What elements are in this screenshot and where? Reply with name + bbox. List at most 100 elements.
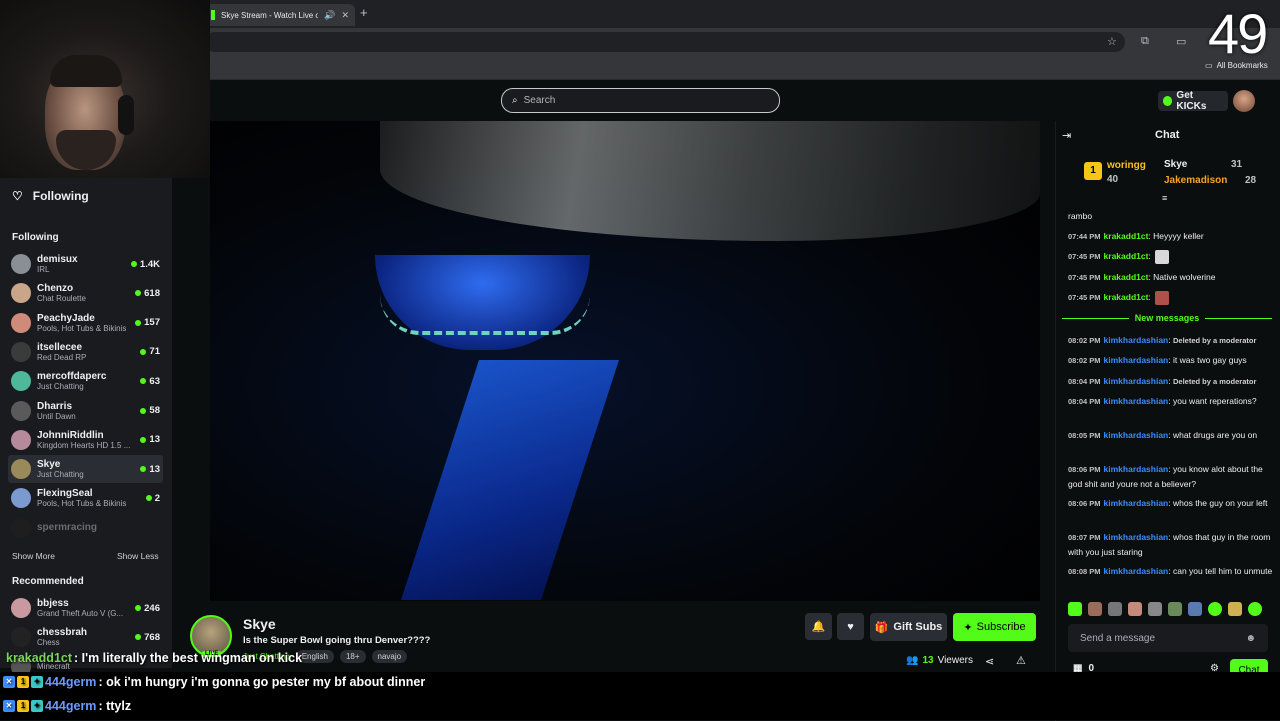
sub-badge-icon: ✦ [31, 676, 43, 688]
channel-text: demisux IRL [37, 254, 131, 274]
browser-tab[interactable]: Skye Stream - Watch Live o 🔊 ✕ [205, 4, 355, 26]
channel-viewer-count: 2 [145, 493, 160, 504]
user-avatar[interactable] [1233, 90, 1255, 112]
chat-message: 08:04 PM kimkhardashian: Deleted by a mod… [1068, 374, 1273, 389]
extensions-icon[interactable]: ⧉ [1141, 35, 1149, 48]
sidebar-channel[interactable]: PeachyJade Pools, Hot Tubs & Bikinis 157 [8, 309, 163, 337]
new-messages-divider[interactable]: New messages [1062, 311, 1273, 325]
url-field[interactable] [205, 32, 1125, 52]
subscribe-button[interactable]: ✦ Subscribe [953, 613, 1036, 641]
channel-text: Dharris Until Dawn [37, 401, 140, 421]
chat-username[interactable]: krakadd1ct [1104, 231, 1149, 241]
chat-username[interactable]: kimkhardashian [1104, 464, 1169, 474]
overlay-message: : ok i'm hungry i'm gonna go pester my b… [98, 675, 426, 689]
emote-icon[interactable] [1228, 602, 1242, 616]
sidebar-channel[interactable]: FlexingSeal Pools, Hot Tubs & Bikinis 2 [8, 484, 163, 512]
chat-username[interactable]: kimkhardashian [1104, 396, 1169, 406]
emote-icon[interactable] [1128, 602, 1142, 616]
chat-username[interactable]: kimkhardashian [1104, 532, 1169, 542]
notifications-button[interactable]: 🔔 [805, 613, 832, 640]
live-dot-icon [140, 378, 147, 385]
tag-age[interactable]: 18+ [339, 650, 366, 663]
report-icon[interactable]: ⚠ [1016, 654, 1026, 667]
overlay-chat-line: ✕ 1 ✦ 444germ : ttylz [3, 699, 131, 713]
collapse-chat-icon[interactable]: ⇥ [1062, 129, 1071, 142]
chat-username[interactable]: kimkhardashian [1104, 376, 1169, 386]
channel-viewer-count: 618 [135, 288, 160, 299]
star-icon[interactable]: ☆ [1107, 35, 1117, 48]
deleted-notice: Deleted by a moderator [1173, 336, 1257, 345]
sidebar-channel[interactable]: Chenzo Chat Roulette 618 [8, 279, 163, 307]
emoji-icon[interactable]: ☻ [1245, 633, 1256, 644]
channel-viewers: 768 [144, 631, 160, 643]
search-input[interactable] [523, 95, 744, 106]
channel-text: itsellecee Red Dead RP [37, 342, 140, 362]
verified-badge-icon: ✕ [3, 700, 15, 712]
chat-input-box[interactable]: ☻ [1068, 624, 1268, 652]
show-more-link[interactable]: Show More [12, 551, 55, 561]
chat-username[interactable]: kimkhardashian [1104, 430, 1169, 440]
emote-icon[interactable] [1088, 602, 1102, 616]
channel-avatar [11, 459, 31, 480]
streamer-name[interactable]: Skye [243, 616, 276, 632]
cast-icon[interactable]: ▭ [1176, 35, 1186, 48]
emote-icon[interactable] [1108, 602, 1122, 616]
overlay-username: krakadd1ct [6, 651, 73, 665]
sidebar-channel[interactable]: bbjess Grand Theft Auto V (G... 246 [8, 594, 163, 622]
sidebar-channel[interactable]: spermracing [8, 514, 163, 542]
channel-avatar [11, 312, 31, 333]
gift-subs-button[interactable]: 🎁 Gift Subs [870, 613, 947, 641]
channel-viewer-count: 13 [140, 434, 160, 445]
gift-leaderboard[interactable]: 1 woringg 40 Skye 31 Jakemadison 28 [1062, 154, 1272, 194]
rank-one-badge: 1 [1084, 162, 1102, 180]
show-less-link[interactable]: Show Less [117, 551, 159, 561]
channel-viewers: 71 [149, 346, 160, 358]
tag-custom[interactable]: navajo [371, 650, 408, 663]
emote-icon[interactable] [1208, 602, 1222, 616]
close-tab-icon[interactable]: ✕ [341, 10, 349, 21]
channel-viewer-count: 246 [135, 603, 160, 614]
speaker-icon[interactable]: 🔊 [324, 10, 335, 21]
chat-message: 08:06 PM kimkhardashian: whos the guy on … [1068, 496, 1273, 511]
sidebar-channel[interactable]: JohnniRiddlin Kingdom Hearts HD 1.5 ... 13 [8, 426, 163, 454]
chat-username[interactable]: krakadd1ct [1104, 251, 1149, 261]
sidebar-channel[interactable]: Skye Just Chatting 13 [8, 455, 163, 484]
emote-icon[interactable] [1168, 602, 1182, 616]
emote-kick-icon[interactable] [1068, 602, 1082, 616]
share-icon[interactable]: ⋖ [985, 655, 994, 668]
leaderboard-second-name: Skye [1164, 159, 1188, 170]
chat-text: rambo [1068, 211, 1093, 221]
chat-timestamp: 08:07 PM [1068, 533, 1101, 542]
live-dot-icon [145, 495, 152, 502]
channel-name: itsellecee [37, 341, 83, 353]
expand-leaderboard-icon[interactable]: ≡ [1162, 193, 1167, 203]
chat-username[interactable]: kimkhardashian [1104, 335, 1169, 345]
live-dot-icon [130, 261, 137, 267]
sidebar-channel[interactable]: demisux IRL 1.4K [8, 250, 163, 278]
chat-username[interactable]: krakadd1ct [1104, 272, 1149, 282]
emote-icon[interactable] [1248, 602, 1262, 616]
sidebar-channel[interactable]: Dharris Until Dawn 58 [8, 397, 163, 425]
follow-button[interactable]: ♥ [837, 613, 864, 640]
chat-message: 08:06 PM kimkhardashian: you know alot ab… [1068, 462, 1273, 491]
search-bar[interactable]: ⌕ [501, 88, 780, 113]
sidebar-channel[interactable]: chessbrah Chess 768 [8, 623, 163, 651]
chat-emote-icon [1154, 290, 1169, 305]
following-nav[interactable]: ♡ Following [12, 189, 89, 203]
chat-message-input[interactable] [1080, 632, 1246, 644]
chat-username[interactable]: kimkhardashian [1104, 498, 1169, 508]
overlay-chat-line: ✕ 1 ✦ 444germ : ok i'm hungry i'm gonna go … [3, 675, 425, 689]
chat-username[interactable]: kimkhardashian [1104, 355, 1169, 365]
emote-icon[interactable] [1188, 602, 1202, 616]
new-tab-button[interactable]: + [360, 5, 368, 20]
sidebar-channel[interactable]: mercoffdaperc Just Chatting 63 [8, 367, 163, 395]
chat-username[interactable]: krakadd1ct [1104, 292, 1149, 302]
sidebar-channel[interactable]: itsellecee Red Dead RP 71 [8, 338, 163, 366]
live-dot-icon [140, 466, 147, 473]
channel-category: Kingdom Hearts HD 1.5 ... [37, 440, 131, 450]
channel-avatar [11, 429, 31, 450]
emote-bar[interactable] [1068, 602, 1268, 620]
chat-username[interactable]: kimkhardashian [1104, 566, 1169, 576]
get-kicks-button[interactable]: Get KICKs [1158, 90, 1228, 112]
emote-icon[interactable] [1148, 602, 1162, 616]
